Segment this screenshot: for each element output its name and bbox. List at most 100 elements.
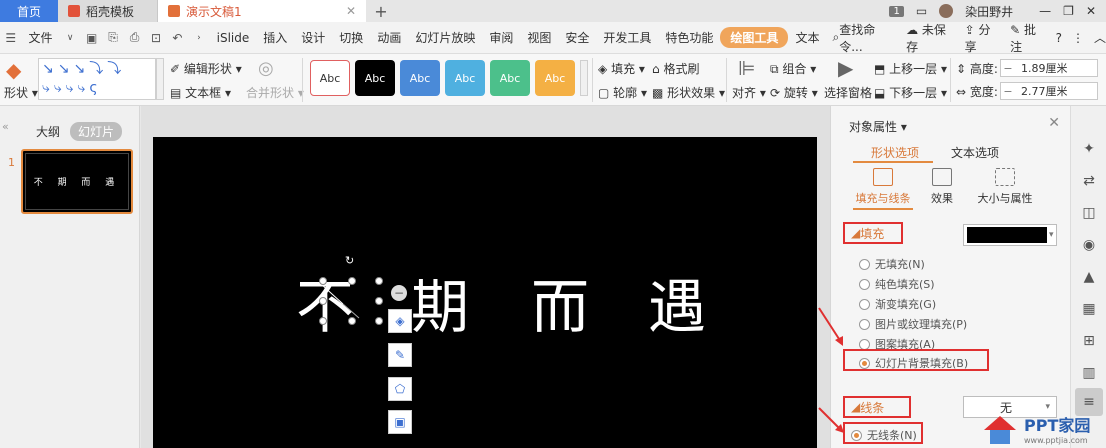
collapse-panel-icon[interactable]: « xyxy=(2,120,9,133)
new-tab-icon[interactable]: + xyxy=(366,2,396,21)
chart-icon[interactable]: ▥ xyxy=(1080,364,1098,382)
fill-color-picker[interactable]: ▾ xyxy=(963,224,1057,246)
transform-icon[interactable]: ⇄ xyxy=(1080,172,1098,190)
fill-tool-button[interactable]: ⬠ xyxy=(388,377,412,401)
unsaved-button[interactable]: ☁ 未保存 xyxy=(906,21,955,55)
location-icon[interactable]: ◉ xyxy=(1080,236,1098,254)
line-section-header[interactable]: ◢ 线条 xyxy=(843,396,911,418)
pen-button[interactable]: ✎ xyxy=(388,343,412,367)
menu-features[interactable]: 特色功能 xyxy=(658,29,720,46)
close-tab-icon[interactable]: ✕ xyxy=(346,4,356,18)
outline-button[interactable]: ▢ 轮廓 ▾ xyxy=(598,84,647,101)
fill-option-solid[interactable]: 纯色填充(S) xyxy=(859,276,935,292)
rotate-handle-icon[interactable]: ↻ xyxy=(345,254,354,267)
chevron-down-icon[interactable]: ∨ xyxy=(63,33,76,43)
frame-button[interactable]: ▣ xyxy=(388,410,412,434)
tab-slides[interactable]: 幻灯片 xyxy=(70,122,123,141)
style-gallery-scroll[interactable] xyxy=(580,60,588,96)
sub-effect[interactable]: 效果 xyxy=(927,168,957,206)
fill-option-picture[interactable]: 图片或纹理填充(P) xyxy=(859,316,967,332)
search-input[interactable]: 查找命令... xyxy=(839,21,896,55)
align-button[interactable]: 对齐 ▾ xyxy=(732,84,766,101)
restore-icon[interactable]: ❐ xyxy=(1063,4,1074,18)
shape-style-green[interactable]: Abc xyxy=(490,60,530,96)
hamburger-icon[interactable]: ☰ xyxy=(4,31,17,45)
merge-shape-button[interactable]: 合并形状 ▾ xyxy=(246,84,304,101)
shape-style-orange[interactable]: Abc xyxy=(535,60,575,96)
resize-handle[interactable] xyxy=(375,277,383,285)
fill-option-gradient[interactable]: 渐变填充(G) xyxy=(859,296,936,312)
sub-size[interactable]: 大小与属性 xyxy=(975,168,1035,206)
tab-template[interactable]: 稻壳模板 xyxy=(58,0,158,22)
minimize-icon[interactable]: — xyxy=(1039,4,1051,18)
menu-security[interactable]: 安全 xyxy=(558,29,596,46)
resize-handle[interactable] xyxy=(348,277,356,285)
select-pane-button[interactable]: 选择窗格 xyxy=(824,84,872,101)
fill-section-header[interactable]: ◢ 填充 xyxy=(843,222,903,244)
menu-slideshow[interactable]: 幻灯片放映 xyxy=(408,29,482,46)
command-search[interactable]: ⌕ 查找命令... xyxy=(832,21,896,55)
resize-handle[interactable] xyxy=(319,297,327,305)
slide-char-4[interactable]: 遇 xyxy=(648,260,706,344)
menu-islide[interactable]: iSlide xyxy=(210,31,257,45)
height-value[interactable]: 1.89厘米 xyxy=(1015,60,1097,76)
line-option-none[interactable]: 无线条(N) xyxy=(851,427,917,443)
collapse-toolbar-icon[interactable]: − xyxy=(391,285,407,301)
shape-style-black[interactable]: Abc xyxy=(355,60,395,96)
print-icon[interactable]: ⎙ xyxy=(128,30,141,45)
export-icon[interactable]: ⎘ xyxy=(106,30,119,45)
menu-file[interactable]: 文件 xyxy=(21,29,59,46)
tab-shape-options[interactable]: 形状选项 xyxy=(871,144,919,161)
panel-title[interactable]: 对象属性 ▾ xyxy=(849,118,907,135)
tab-text-options[interactable]: 文本选项 xyxy=(951,144,999,161)
shape-effect-button[interactable]: ▩ 形状效果 ▾ xyxy=(652,84,725,101)
menu-insert[interactable]: 插入 xyxy=(256,29,294,46)
undo-icon[interactable]: ↶ xyxy=(171,31,184,45)
pin-icon[interactable]: ✦ xyxy=(1080,140,1098,158)
resize-handle[interactable] xyxy=(319,317,327,325)
redo-icon[interactable]: › xyxy=(192,33,205,43)
menu-text[interactable]: 文本 xyxy=(788,29,826,46)
resize-handle[interactable] xyxy=(375,317,383,325)
sub-fill-line[interactable]: 填充与线条 xyxy=(853,168,913,206)
tab-document[interactable]: 演示文稿1 ✕ xyxy=(158,0,366,22)
comment-button[interactable]: ✎ 批注 xyxy=(1010,21,1046,55)
avatar[interactable] xyxy=(939,4,954,18)
save-icon[interactable]: ▣ xyxy=(85,31,98,45)
bring-forward-button[interactable]: ⬒ 上移一层 ▾ xyxy=(874,60,947,77)
slide-char-2[interactable]: 期 xyxy=(411,260,469,344)
send-backward-button[interactable]: ⬓ 下移一层 ▾ xyxy=(874,84,947,101)
shape-icon[interactable]: ◆ xyxy=(6,58,21,82)
menu-view[interactable]: 视图 xyxy=(520,29,558,46)
shape-button[interactable]: 形状 ▾ xyxy=(4,84,38,101)
height-field[interactable]: − 1.89厘米 xyxy=(1000,59,1098,77)
close-window-icon[interactable]: ✕ xyxy=(1086,4,1096,18)
width-field[interactable]: − 2.77厘米 xyxy=(1000,82,1098,100)
more-icon[interactable]: ⋮ xyxy=(1072,31,1084,45)
slide-char-3[interactable]: 而 xyxy=(531,260,589,344)
grid-icon[interactable]: ⊞ xyxy=(1080,332,1098,350)
menu-drawing-tools[interactable]: 绘图工具 xyxy=(720,27,789,48)
fill-option-slide-background[interactable]: 幻灯片背景填充(B) xyxy=(859,355,968,371)
shape-style-blue[interactable]: Abc xyxy=(400,60,440,96)
table-icon[interactable]: ▦ xyxy=(1080,300,1098,318)
preview-icon[interactable]: ⊡ xyxy=(149,31,162,45)
collapse-icon[interactable]: ︿ xyxy=(1094,29,1106,46)
tab-outline[interactable]: 大纲 xyxy=(36,123,60,140)
decrement-icon[interactable]: − xyxy=(1001,85,1015,98)
menu-design[interactable]: 设计 xyxy=(294,29,332,46)
resize-handle[interactable] xyxy=(319,277,327,285)
width-value[interactable]: 2.77厘米 xyxy=(1015,83,1097,99)
gallery-scroll[interactable] xyxy=(156,58,164,100)
window-icon[interactable]: ▭ xyxy=(916,4,927,18)
shape-style-white[interactable]: Abc xyxy=(310,60,350,96)
user-name[interactable]: 染田野井 xyxy=(965,3,1013,20)
menu-animation[interactable]: 动画 xyxy=(370,29,408,46)
resize-handle[interactable] xyxy=(375,297,383,305)
share-button[interactable]: ⇪ 分享 xyxy=(965,21,1001,55)
shape-style-sky[interactable]: Abc xyxy=(445,60,485,96)
menu-developer[interactable]: 开发工具 xyxy=(596,29,658,46)
help-icon[interactable]: ? xyxy=(1056,31,1062,45)
triangle-icon[interactable]: ▲ xyxy=(1080,268,1098,286)
decrement-icon[interactable]: − xyxy=(1001,62,1015,75)
